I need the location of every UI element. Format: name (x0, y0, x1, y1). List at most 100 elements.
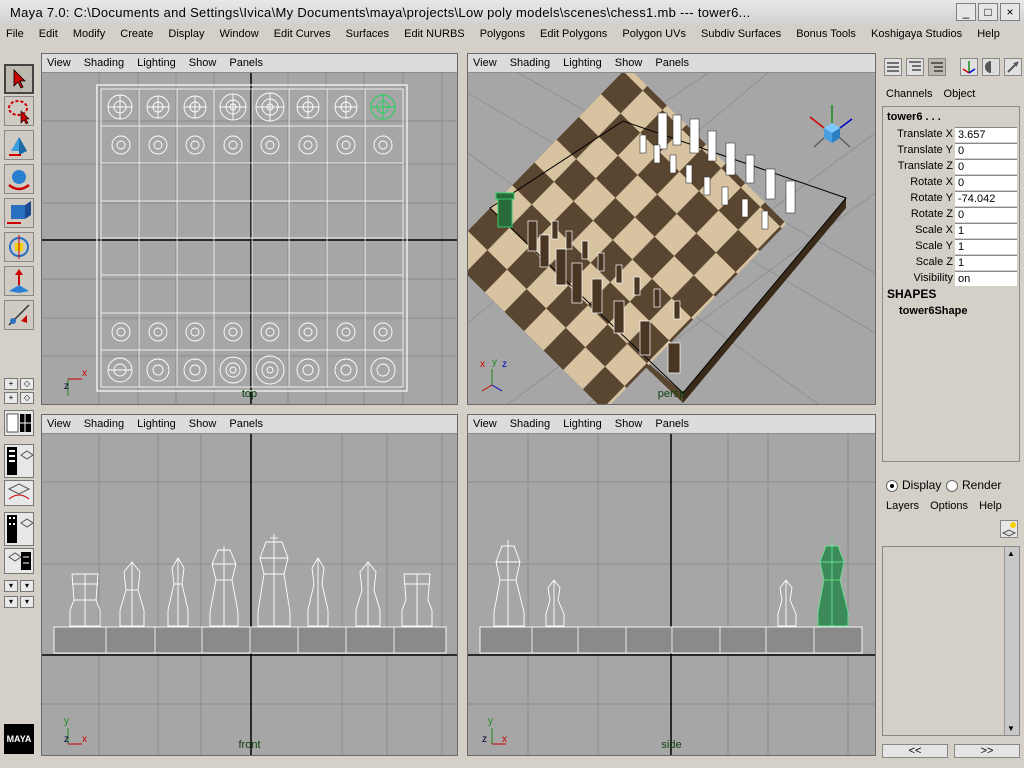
attr-rotate-y[interactable]: Rotate Y -74.042 (883, 191, 1019, 207)
menu-bonus-tools[interactable]: Bonus Tools (790, 25, 862, 40)
vp-front-menu-lighting[interactable]: Lighting (132, 415, 181, 430)
menu-polygons[interactable]: Polygons (474, 25, 531, 40)
channel-layer-icon[interactable] (928, 58, 946, 76)
layout-menu-b-icon[interactable]: ▾ (20, 580, 34, 592)
vp-front-menu-view[interactable]: View (42, 415, 76, 430)
viewport-front-canvas[interactable]: y z x front (42, 434, 457, 755)
minimize-button[interactable]: _ (956, 3, 976, 21)
menu-polygon-uvs[interactable]: Polygon UVs (616, 25, 692, 40)
vp-top-menu-view[interactable]: View (42, 54, 76, 69)
layer-menu-options[interactable]: Options (930, 500, 968, 512)
layout-menu-d-icon[interactable]: ▾ (20, 596, 34, 608)
persp-outliner-layout-icon[interactable] (4, 410, 34, 436)
tab-object[interactable]: Object (940, 86, 980, 102)
show-manipulator-icon[interactable] (4, 300, 34, 330)
scroll-down-icon[interactable]: ▼ (1007, 724, 1015, 733)
layer-menu-layers[interactable]: Layers (886, 500, 919, 512)
persp-layout-icon[interactable]: ◇ (20, 378, 34, 390)
tab-channels[interactable]: Channels (882, 86, 936, 102)
attribute-editor-icon[interactable] (906, 58, 924, 76)
attr-scale-y[interactable]: Scale Y1 (883, 239, 1019, 255)
menu-help[interactable]: Help (971, 25, 1006, 40)
vp-side-menu-view[interactable]: View (468, 415, 502, 430)
menu-surfaces[interactable]: Surfaces (340, 25, 395, 40)
hypergraph-layout-icon[interactable] (4, 480, 34, 506)
attr-visibility[interactable]: Visibility on (883, 271, 1019, 287)
vp-persp-menu-view[interactable]: View (468, 54, 502, 69)
menu-edit[interactable]: Edit (33, 25, 64, 40)
attr-translate-z[interactable]: Translate Z0 (883, 159, 1019, 175)
menu-file[interactable]: File (0, 25, 30, 40)
scale-tool-icon[interactable] (4, 198, 34, 228)
menu-window[interactable]: Window (214, 25, 265, 40)
four-view-layout-icon[interactable]: + (4, 392, 18, 404)
layer-prev-button[interactable]: << (882, 744, 948, 758)
select-tool-icon[interactable] (4, 64, 34, 94)
layer-list-scrollbar[interactable]: ▲ ▼ (1004, 547, 1019, 735)
menu-edit-curves[interactable]: Edit Curves (268, 25, 337, 40)
close-button[interactable]: × (1000, 3, 1020, 21)
vp-front-menu-shading[interactable]: Shading (79, 415, 129, 430)
attr-rotate-z[interactable]: Rotate Z0 (883, 207, 1019, 223)
display-radio[interactable]: Display (886, 478, 941, 492)
menu-display[interactable]: Display (162, 25, 210, 40)
render-radio[interactable]: Render (946, 478, 1001, 492)
vp-front-menu-show[interactable]: Show (184, 415, 222, 430)
move-tool-icon[interactable] (4, 130, 34, 160)
two-view-layout-icon[interactable]: ◇ (20, 392, 34, 404)
vp-persp-menu-shading[interactable]: Shading (505, 54, 555, 69)
layout-menu-a-icon[interactable]: ▾ (4, 580, 18, 592)
view-cube-icon[interactable] (809, 105, 853, 148)
vp-persp-menu-panels[interactable]: Panels (650, 54, 694, 69)
menu-modify[interactable]: Modify (67, 25, 111, 40)
vp-side-menu-show[interactable]: Show (610, 415, 648, 430)
show-manipulators-icon[interactable] (960, 58, 978, 76)
menu-edit-nurbs[interactable]: Edit NURBS (398, 25, 471, 40)
vp-top-menu-panels[interactable]: Panels (224, 54, 268, 69)
new-layer-icon[interactable] (1000, 520, 1018, 538)
vp-side-menu-lighting[interactable]: Lighting (558, 415, 607, 430)
vp-top-menu-show[interactable]: Show (184, 54, 222, 69)
arrow-tool-icon[interactable] (1004, 58, 1022, 76)
layout-menu-c-icon[interactable]: ▾ (4, 596, 18, 608)
single-view-layout-icon[interactable]: + (4, 378, 18, 390)
viewport-persp[interactable]: View Shading Lighting Show Panels x y z … (467, 53, 876, 405)
vp-top-menu-lighting[interactable]: Lighting (132, 54, 181, 69)
vp-side-menu-shading[interactable]: Shading (505, 415, 555, 430)
menu-edit-polygons[interactable]: Edit Polygons (534, 25, 613, 40)
soft-modification-icon[interactable] (4, 266, 34, 296)
vp-side-menu-panels[interactable]: Panels (650, 415, 694, 430)
channel-box-icon[interactable] (884, 58, 902, 76)
scroll-up-icon[interactable]: ▲ (1007, 549, 1015, 558)
graph-editor-layout-icon[interactable] (4, 444, 34, 478)
vp-top-menu-shading[interactable]: Shading (79, 54, 129, 69)
viewport-top[interactable]: View Shading Lighting Show Panels x z to… (41, 53, 458, 405)
rotate-tool-icon[interactable] (4, 164, 34, 194)
viewport-top-canvas[interactable]: x z top (42, 73, 457, 404)
menu-koshigaya-studios[interactable]: Koshigaya Studios (865, 25, 968, 40)
layer-next-button[interactable]: >> (954, 744, 1020, 758)
viewport-side-canvas[interactable]: y z x side (468, 434, 875, 755)
display-toggle-icon[interactable] (982, 58, 1000, 76)
uv-editor-layout-icon[interactable] (4, 512, 34, 546)
attr-scale-z[interactable]: Scale Z1 (883, 255, 1019, 271)
viewport-side[interactable]: View Shading Lighting Show Panels y z x … (467, 414, 876, 756)
shape-item[interactable]: tower6Shape (899, 305, 967, 317)
viewport-persp-canvas[interactable]: x y z persp (468, 73, 875, 404)
render-layout-icon[interactable] (4, 548, 34, 574)
attr-translate-x[interactable]: Translate X 3.657 (883, 127, 1019, 143)
render-radio-indicator[interactable] (946, 479, 958, 492)
vp-front-menu-panels[interactable]: Panels (224, 415, 268, 430)
maximize-button[interactable]: □ (978, 3, 998, 21)
attr-scale-x[interactable]: Scale X1 (883, 223, 1019, 239)
menu-create[interactable]: Create (114, 25, 159, 40)
lasso-tool-icon[interactable] (4, 96, 34, 126)
attr-rotate-x[interactable]: Rotate X0 (883, 175, 1019, 191)
vp-persp-menu-show[interactable]: Show (610, 54, 648, 69)
attr-translate-y[interactable]: Translate Y0 (883, 143, 1019, 159)
menu-subdiv-surfaces[interactable]: Subdiv Surfaces (695, 25, 787, 40)
vp-persp-menu-lighting[interactable]: Lighting (558, 54, 607, 69)
viewport-front[interactable]: View Shading Lighting Show Panels y z x … (41, 414, 458, 756)
universal-manipulator-icon[interactable] (4, 232, 34, 262)
display-radio-indicator[interactable] (886, 479, 898, 492)
